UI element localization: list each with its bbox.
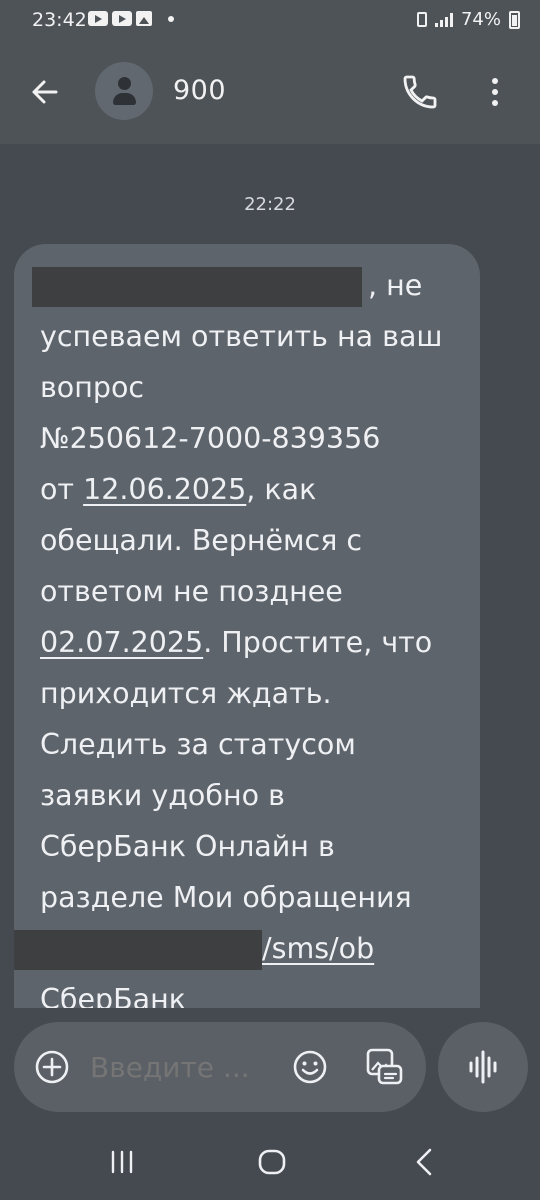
contact-name[interactable]: 900 [173,75,226,106]
more-notifications-dot-icon [168,15,174,22]
system-status: 74% [416,9,520,30]
compose-bar [0,1008,540,1124]
add-attachment-button[interactable] [34,1049,70,1085]
recents-icon [111,1150,133,1174]
youtube-notification-icon [88,11,108,26]
system-navigation-bar [0,1124,540,1200]
battery-icon [509,10,520,29]
home-icon [258,1149,286,1175]
person-icon [118,77,131,90]
emoji-icon [293,1050,327,1084]
message-link[interactable]: /sms/ob [262,932,374,965]
contact-avatar[interactable] [95,62,153,120]
youtube-notification-icon [112,11,132,26]
status-bar: 23:42 74% [0,0,540,40]
add-circle-icon [35,1050,69,1084]
date-link-1[interactable]: 12.06.2025 [83,473,246,506]
status-time: 23:42 [32,9,87,31]
battery-percent: 74% [460,9,501,30]
notification-icons [88,11,174,26]
arrow-back-icon [32,80,58,104]
compose-field[interactable] [14,1022,426,1112]
message-text: , не успеваем ответить на ваш вопрос №25… [14,260,480,1010]
date-link-2[interactable]: 02.07.2025 [40,626,203,659]
attach-media-button[interactable] [364,1046,406,1088]
message-input[interactable] [90,1048,280,1086]
gallery-notification-icon [136,11,152,26]
signal-icon [434,12,453,27]
sim-icon [416,12,427,27]
back-icon [416,1148,432,1176]
conversation-header: 900 [0,40,540,144]
message-list[interactable]: 22:22 , не успеваем ответить на ваш вопр… [0,144,540,1010]
more-vert-icon [492,78,498,106]
more-options-button[interactable] [482,72,508,112]
phone-icon [403,75,437,109]
back-button[interactable] [26,74,66,110]
nav-back-button[interactable] [412,1146,436,1178]
voice-waveform-icon [469,1050,497,1084]
voice-message-button[interactable] [438,1022,528,1112]
attach-media-icon [366,1048,403,1085]
message-timestamp: 22:22 [244,194,296,215]
redacted-block [14,930,262,970]
call-button[interactable] [400,72,440,112]
recents-button[interactable] [108,1148,136,1176]
home-button[interactable] [257,1148,287,1176]
redacted-block [32,267,362,307]
emoji-button[interactable] [292,1049,328,1085]
